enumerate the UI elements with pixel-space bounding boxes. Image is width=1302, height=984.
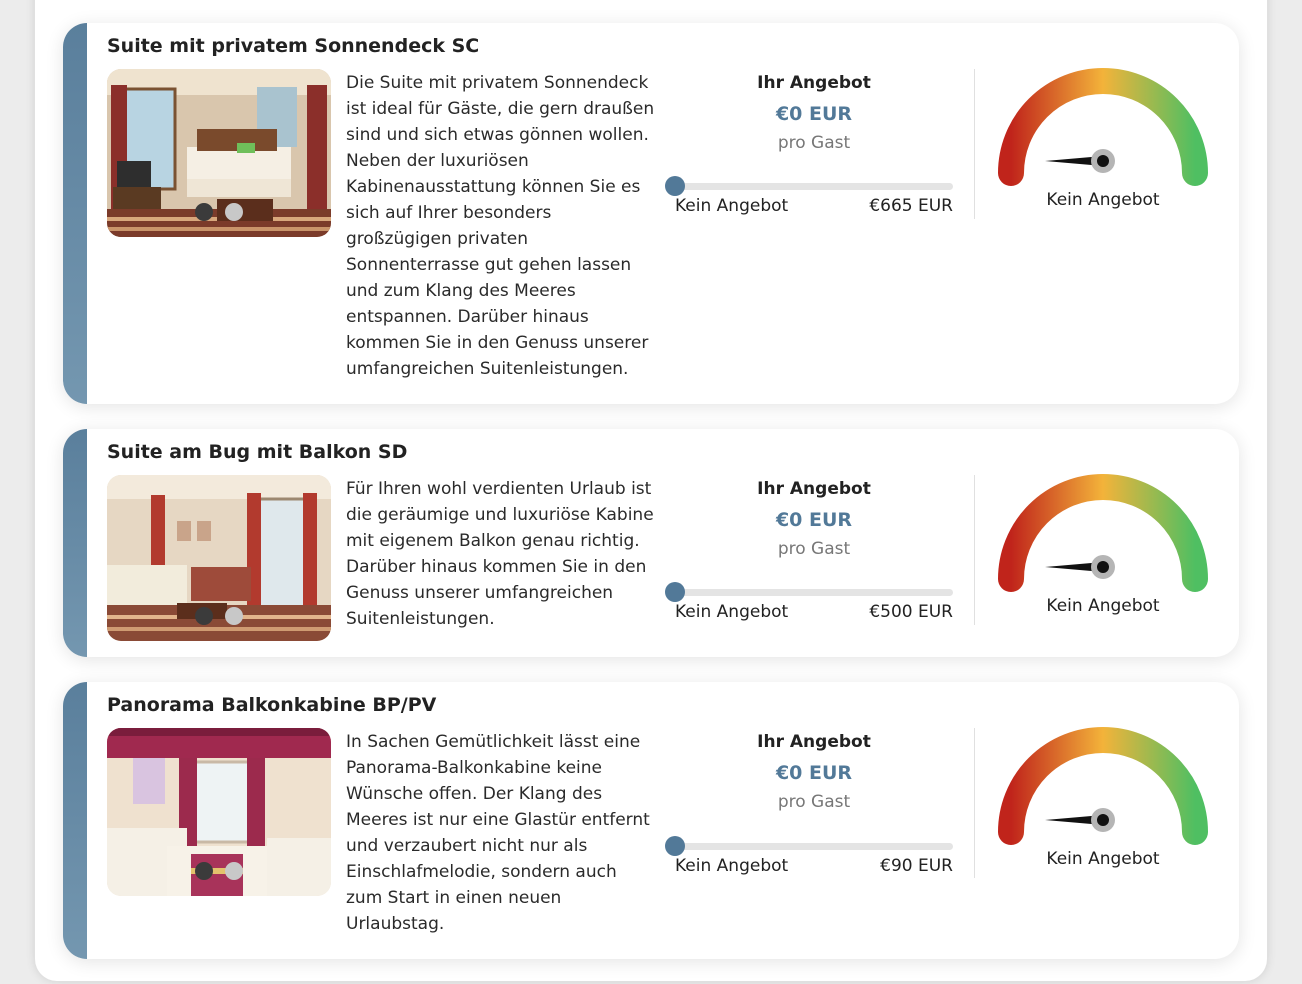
carousel-dot-active[interactable]	[195, 862, 213, 880]
cabin-title: Suite mit privatem Sonnendeck SC	[107, 35, 480, 57]
offer-section: Ihr Angebot €0 EUR pro Gast Kein Angebot…	[665, 476, 953, 622]
card-accent-bar	[63, 23, 87, 404]
cabin-title: Suite am Bug mit Balkon SD	[107, 441, 408, 463]
offer-gauge-icon	[998, 727, 1208, 845]
carousel-dots	[195, 607, 243, 625]
carousel-dot-active[interactable]	[195, 607, 213, 625]
offer-gauge-icon	[998, 68, 1208, 186]
gauge-label: Kein Angebot	[1046, 596, 1160, 616]
cabin-description: In Sachen Gemütlichkeit lässt eine Panor…	[346, 732, 650, 934]
card-accent-bar	[63, 429, 87, 657]
section-divider	[974, 69, 975, 219]
cabin-description: Für Ihren wohl verdienten Urlaub ist die…	[346, 479, 654, 629]
offer-unit: pro Gast	[777, 792, 851, 812]
carousel-dot[interactable]	[225, 862, 243, 880]
carousel-dots	[195, 862, 243, 880]
cabin-photo-carousel[interactable]	[107, 69, 331, 237]
section-divider	[974, 475, 975, 625]
cabin-card: Panorama Balkonkabine BP/PV In Sachen Ge…	[63, 682, 1239, 959]
slider-max-label: €90 EUR	[880, 856, 953, 876]
section-divider	[974, 728, 975, 878]
slider-min-label: Kein Angebot	[675, 856, 789, 876]
offer-slider[interactable]	[665, 582, 953, 602]
offer-section: Ihr Angebot €0 EUR pro Gast Kein Angebot…	[665, 70, 953, 216]
offer-heading: Ihr Angebot	[757, 73, 871, 93]
carousel-dot-active[interactable]	[195, 203, 213, 221]
gauge-label: Kein Angebot	[1046, 849, 1160, 869]
slider-min-label: Kein Angebot	[675, 602, 789, 622]
slider-handle[interactable]	[665, 176, 685, 196]
offer-section: Ihr Angebot €0 EUR pro Gast Kein Angebot…	[665, 729, 953, 876]
offer-gauge-icon	[998, 474, 1208, 592]
cabin-photo-carousel[interactable]	[107, 728, 331, 896]
offer-heading: Ihr Angebot	[757, 732, 871, 752]
carousel-dot[interactable]	[225, 607, 243, 625]
offer-unit: pro Gast	[777, 133, 851, 153]
offer-unit: pro Gast	[777, 539, 851, 559]
cabin-title: Panorama Balkonkabine BP/PV	[107, 694, 437, 716]
cabin-photo-carousel[interactable]	[107, 475, 331, 641]
offer-value: €0 EUR	[775, 509, 853, 531]
slider-min-label: Kein Angebot	[675, 196, 789, 216]
slider-handle[interactable]	[665, 836, 685, 856]
cabin-description: Die Suite mit privatem Sonnendeck ist id…	[346, 73, 655, 379]
cabin-card: Suite mit privatem Sonnendeck SC Die Sui…	[63, 23, 1239, 404]
offer-value: €0 EUR	[775, 762, 853, 784]
slider-handle[interactable]	[665, 582, 685, 602]
gauge-label: Kein Angebot	[1046, 190, 1160, 210]
offer-slider[interactable]	[665, 176, 953, 196]
cabin-card: Suite am Bug mit Balkon SD Für Ihren woh…	[63, 429, 1239, 657]
card-accent-bar	[63, 682, 87, 959]
offer-heading: Ihr Angebot	[757, 479, 871, 499]
offer-value: €0 EUR	[775, 103, 853, 125]
carousel-dot[interactable]	[225, 203, 243, 221]
offer-slider[interactable]	[665, 836, 953, 856]
carousel-dots	[195, 203, 243, 221]
slider-max-label: €665 EUR	[869, 196, 953, 216]
slider-max-label: €500 EUR	[869, 602, 953, 622]
